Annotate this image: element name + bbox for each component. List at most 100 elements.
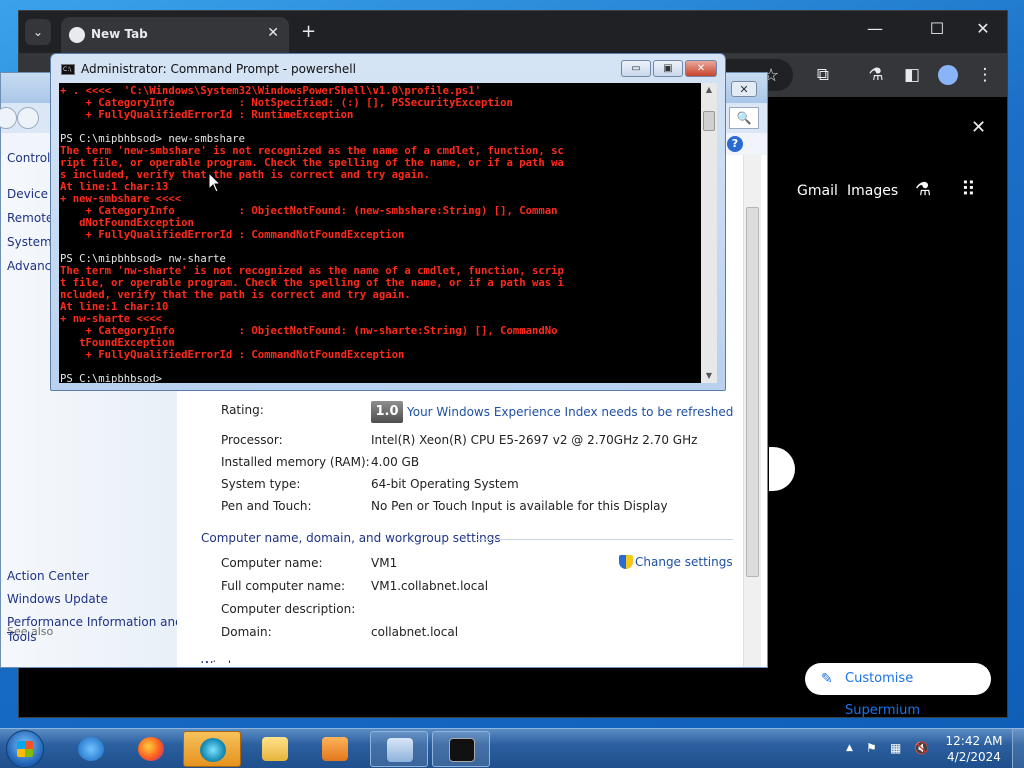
extensions-icon[interactable]: ⧉ xyxy=(812,65,834,85)
taskbar-command-prompt[interactable] xyxy=(432,731,490,767)
taskbar-system-control-panel[interactable] xyxy=(370,731,428,767)
console-scrollbar[interactable]: ▲ ▼ xyxy=(701,83,717,383)
wei-refresh-link[interactable]: Your Windows Experience Index needs to b… xyxy=(407,405,733,419)
control-panel-icon xyxy=(387,738,413,762)
console-line: t file, or operable program. Check the s… xyxy=(60,277,564,289)
tab-search-button[interactable]: ⌄ xyxy=(25,19,51,45)
maximize-button[interactable]: ☐ xyxy=(926,19,948,38)
memory-label: Installed memory (RAM): xyxy=(221,455,370,469)
tab-close-icon[interactable]: ✕ xyxy=(267,25,279,41)
link-windows-update[interactable]: Windows Update xyxy=(7,592,108,606)
domain-label: Domain: xyxy=(221,625,272,639)
browser-tabstrip: ⌄ New Tab ✕ + — ☐ ✕ xyxy=(19,11,1007,53)
taskbar-media-player[interactable] xyxy=(306,731,364,767)
globe-icon xyxy=(69,27,85,43)
taskbar-file-explorer[interactable] xyxy=(246,731,304,767)
scrollbar-thumb[interactable] xyxy=(703,111,715,131)
console-line: ncluded, verify that the path is correct… xyxy=(60,289,411,301)
forward-button[interactable] xyxy=(17,107,39,129)
change-settings-link[interactable]: Change settings xyxy=(619,555,733,569)
full-name-value: VM1.collabnet.local xyxy=(371,579,489,593)
clock[interactable]: 12:42 AM 4/2/2024 xyxy=(944,733,1004,765)
maximize-button[interactable]: ▣ xyxy=(653,60,683,77)
internet-explorer-icon xyxy=(78,737,104,761)
close-button[interactable]: ✕ xyxy=(731,81,757,97)
close-button[interactable]: ✕ xyxy=(972,19,994,38)
console-line: + nw-sharte <<<< xyxy=(60,313,163,325)
images-link[interactable]: Images xyxy=(847,183,898,199)
command-prompt-window: C:\ Administrator: Command Prompt - powe… xyxy=(50,53,726,391)
cmd-icon: C:\ xyxy=(61,64,75,75)
console-line: The term 'nw-sharte' is not recognized a… xyxy=(60,265,564,277)
tab-title: New Tab xyxy=(91,27,148,41)
console-line: + CategoryInfo : ObjectNotFound: (new-sm… xyxy=(60,205,558,217)
processor-value: Intel(R) Xeon(R) CPU E5-2697 v2 @ 2.70GH… xyxy=(371,433,698,447)
vertical-scrollbar[interactable] xyxy=(743,155,761,667)
system-type-value: 64-bit Operating System xyxy=(371,477,519,491)
customise-button[interactable]: ✎ Customise Supermium xyxy=(805,663,991,718)
console-line: + . <<<< 'C:\Windows\System32\WindowsPow… xyxy=(60,85,481,97)
sidepanel-icon[interactable]: ◧ xyxy=(901,65,923,85)
computer-name-value: VM1 xyxy=(371,556,398,570)
console-line: At line:1 char:10 xyxy=(60,301,169,313)
link-action-center[interactable]: Action Center xyxy=(7,569,89,583)
supermium-icon xyxy=(200,738,226,762)
close-button[interactable]: ✕ xyxy=(685,60,717,77)
domain-value: collabnet.local xyxy=(371,625,459,639)
show-desktop-button[interactable] xyxy=(1012,729,1024,768)
console-output[interactable]: + . <<<< 'C:\Windows\System32\WindowsPow… xyxy=(59,83,701,383)
menu-icon[interactable]: ⋮ xyxy=(974,65,996,85)
link-performance-info[interactable]: Performance Information and xyxy=(7,615,183,629)
search-icon[interactable]: 🔍 xyxy=(729,107,759,129)
start-button[interactable] xyxy=(6,730,44,768)
clock-time: 12:42 AM xyxy=(945,734,1003,748)
minimize-button[interactable]: — xyxy=(864,19,886,38)
profile-icon[interactable] xyxy=(938,65,958,85)
taskbar-firefox[interactable] xyxy=(122,731,180,767)
scroll-down-arrow[interactable]: ▼ xyxy=(701,369,717,383)
taskbar: ▲ ⚑ ▦ 🔇 12:42 AM 4/2/2024 xyxy=(0,728,1024,768)
console-line: PS C:\mipbhbsod> new-smbshare xyxy=(60,133,245,145)
scrollbar-thumb[interactable] xyxy=(746,207,759,577)
network-icon[interactable]: ▦ xyxy=(890,741,901,755)
action-center-flag-icon[interactable]: ⚑ xyxy=(866,741,877,755)
nav-control-panel-home[interactable]: Control xyxy=(7,151,50,165)
console-line: PS C:\mipbhbsod> xyxy=(60,373,163,383)
firefox-icon xyxy=(138,737,164,761)
console-line: tFoundException xyxy=(60,337,175,349)
console-line: PS C:\mipbhbsod> nw-sharte xyxy=(60,253,226,265)
full-name-label: Full computer name: xyxy=(221,579,346,593)
minimize-button[interactable]: ▭ xyxy=(621,60,651,77)
clock-date: 4/2/2024 xyxy=(947,750,1001,764)
new-tab-button[interactable]: + xyxy=(301,21,316,42)
volume-muted-icon[interactable]: 🔇 xyxy=(914,741,929,755)
taskbar-internet-explorer[interactable] xyxy=(62,731,120,767)
cmd-title: Administrator: Command Prompt - powershe… xyxy=(81,62,356,76)
shortcut-tile[interactable] xyxy=(769,447,795,491)
console-line: The term 'new-smbshare' is not recognize… xyxy=(60,145,564,157)
taskbar-supermium[interactable] xyxy=(183,731,241,767)
scroll-up-arrow[interactable]: ▲ xyxy=(701,83,717,97)
back-button[interactable] xyxy=(0,107,17,129)
wei-score-badge: 1.0 xyxy=(371,401,403,423)
labs-icon[interactable]: ⚗ xyxy=(865,65,887,85)
processor-label: Processor: xyxy=(221,433,283,447)
console-line: At line:1 char:13 xyxy=(60,181,169,193)
browser-tab-new-tab[interactable]: New Tab ✕ xyxy=(61,17,289,53)
folder-icon xyxy=(262,737,288,761)
console-line: + CategoryInfo : NotSpecified: (:) [], P… xyxy=(60,97,513,109)
gmail-link[interactable]: Gmail xyxy=(797,183,838,199)
apps-grid-icon[interactable]: ⠿ xyxy=(961,177,976,201)
nav-remote-settings[interactable]: Remote xyxy=(7,211,53,225)
banner-close-icon[interactable]: ✕ xyxy=(971,117,986,138)
help-icon[interactable]: ? xyxy=(727,136,743,152)
windows-logo-icon xyxy=(17,741,33,757)
console-line: + FullyQualifiedErrorId : CommandNotFoun… xyxy=(60,349,405,361)
memory-value: 4.00 GB xyxy=(371,455,420,469)
labs-icon[interactable]: ⚗ xyxy=(915,179,931,200)
tray-expand-arrow[interactable]: ▲ xyxy=(846,743,853,753)
pen-touch-value: No Pen or Touch Input is available for t… xyxy=(371,499,668,513)
section-heading: Computer name, domain, and workgroup set… xyxy=(201,531,501,545)
console-line: + FullyQualifiedErrorId : RuntimeExcepti… xyxy=(60,109,354,121)
link-performance-info-tools[interactable]: Tools xyxy=(7,630,37,644)
